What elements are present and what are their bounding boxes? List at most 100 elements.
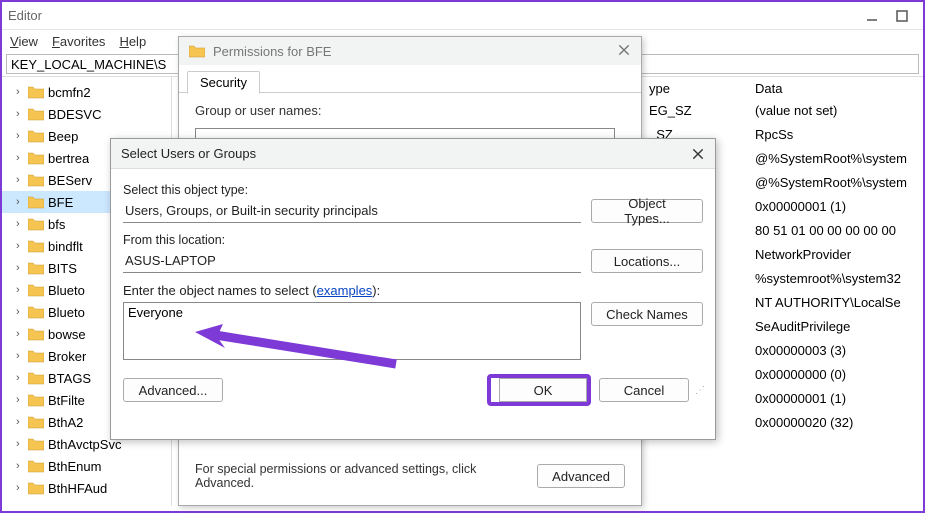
expand-icon[interactable]: ›: [16, 460, 28, 472]
expand-icon[interactable]: ›: [16, 86, 28, 98]
select-users-titlebar[interactable]: Select Users or Groups: [111, 139, 715, 169]
folder-icon: [28, 195, 44, 209]
tree-item-label: BthHFAud: [48, 481, 107, 496]
location-label: From this location:: [123, 233, 703, 247]
expand-icon[interactable]: ›: [16, 284, 28, 296]
expand-icon[interactable]: ›: [16, 240, 28, 252]
data-cell[interactable]: SeAuditPrivilege: [755, 319, 915, 343]
expand-icon[interactable]: ›: [16, 372, 28, 384]
tree-item-label: bcmfn2: [48, 85, 91, 100]
expand-icon[interactable]: ›: [16, 306, 28, 318]
location-field: ASUS-LAPTOP: [123, 249, 581, 273]
ok-button[interactable]: OK: [499, 378, 587, 402]
expand-icon[interactable]: ›: [16, 196, 28, 208]
folder-icon: [28, 173, 44, 187]
folder-icon: [28, 305, 44, 319]
folder-icon: [28, 437, 44, 451]
expand-icon[interactable]: ›: [16, 350, 28, 362]
ok-highlight: OK: [487, 374, 591, 406]
data-cell[interactable]: NT AUTHORITY\LocalSe: [755, 295, 915, 319]
menu-favorites[interactable]: Favorites: [52, 34, 105, 49]
advanced-button[interactable]: Advanced...: [123, 378, 223, 402]
menu-help[interactable]: Help: [119, 34, 146, 49]
folder-icon: [28, 239, 44, 253]
col-data-header[interactable]: Data: [755, 81, 915, 103]
folder-icon: [28, 85, 44, 99]
data-cell[interactable]: 80 51 01 00 00 00 00 00: [755, 223, 915, 247]
tree-item-label: BEServ: [48, 173, 92, 188]
permissions-titlebar[interactable]: Permissions for BFE: [179, 37, 641, 65]
expand-icon[interactable]: ›: [16, 438, 28, 450]
tree-item-label: BFE: [48, 195, 73, 210]
expand-icon[interactable]: ›: [16, 152, 28, 164]
expand-icon[interactable]: ›: [16, 108, 28, 120]
data-cell[interactable]: (value not set): [755, 103, 915, 127]
folder-icon: [28, 151, 44, 165]
data-cell[interactable]: 0x00000001 (1): [755, 199, 915, 223]
object-type-field: Users, Groups, or Built-in security prin…: [123, 199, 581, 223]
object-type-label: Select this object type:: [123, 183, 703, 197]
folder-icon: [28, 129, 44, 143]
folder-icon: [28, 393, 44, 407]
data-cell[interactable]: 0x00000000 (0): [755, 367, 915, 391]
tree-item-label: bowse: [48, 327, 86, 342]
advanced-button[interactable]: Advanced: [537, 464, 625, 488]
select-users-title: Select Users or Groups: [121, 146, 256, 161]
data-cell[interactable]: @%SystemRoot%\system: [755, 175, 915, 199]
resize-grip[interactable]: ⋰: [695, 385, 703, 396]
data-cell[interactable]: 0x00000001 (1): [755, 391, 915, 415]
expand-icon[interactable]: ›: [16, 394, 28, 406]
object-names-label: Enter the object names to select (exampl…: [123, 283, 703, 298]
tree-item-label: Broker: [48, 349, 86, 364]
tree-item-bthhfaud[interactable]: › BthHFAud: [2, 477, 171, 499]
object-names-input[interactable]: [123, 302, 581, 360]
folder-icon: [28, 459, 44, 473]
object-types-button[interactable]: Object Types...: [591, 199, 703, 223]
data-cell[interactable]: 0x00000003 (3): [755, 343, 915, 367]
maximize-button[interactable]: [887, 7, 917, 25]
check-names-button[interactable]: Check Names: [591, 302, 703, 326]
minimize-button[interactable]: [857, 7, 887, 25]
menu-view[interactable]: View: [10, 34, 38, 49]
data-cell[interactable]: %systemroot%\system32: [755, 271, 915, 295]
permissions-title: Permissions for BFE: [213, 44, 331, 59]
expand-icon[interactable]: ›: [16, 482, 28, 494]
tree-item-bcmfn2[interactable]: › bcmfn2: [2, 81, 171, 103]
expand-icon[interactable]: ›: [16, 416, 28, 428]
tree-item-label: Blueto: [48, 305, 85, 320]
select-users-dialog: Select Users or Groups Select this objec…: [110, 138, 716, 440]
expand-icon[interactable]: ›: [16, 218, 28, 230]
expand-icon[interactable]: ›: [16, 328, 28, 340]
expand-icon[interactable]: ›: [16, 130, 28, 142]
folder-icon: [28, 371, 44, 385]
type-cell[interactable]: EG_SZ: [649, 103, 739, 127]
tree-item-bdesvc[interactable]: › BDESVC: [2, 103, 171, 125]
advanced-hint: For special permissions or advanced sett…: [195, 462, 537, 490]
folder-icon: [28, 217, 44, 231]
tree-item-label: BthEnum: [48, 459, 101, 474]
folder-icon: [28, 349, 44, 363]
close-icon[interactable]: [617, 43, 631, 60]
folder-icon: [28, 327, 44, 341]
expand-icon[interactable]: ›: [16, 174, 28, 186]
tree-item-label: BTAGS: [48, 371, 91, 386]
tree-item-bthenum[interactable]: › BthEnum: [2, 455, 171, 477]
data-cell[interactable]: 0x00000020 (32): [755, 415, 915, 439]
tree-item-label: bindflt: [48, 239, 83, 254]
tree-item-label: BthA2: [48, 415, 83, 430]
tree-item-label: BDESVC: [48, 107, 101, 122]
examples-link[interactable]: examples: [317, 283, 373, 298]
tree-item-label: bfs: [48, 217, 65, 232]
expand-icon[interactable]: ›: [16, 262, 28, 274]
locations-button[interactable]: Locations...: [591, 249, 703, 273]
titlebar: Editor: [2, 2, 923, 30]
data-cell[interactable]: RpcSs: [755, 127, 915, 151]
col-type-header[interactable]: ype: [649, 81, 739, 103]
data-cell[interactable]: NetworkProvider: [755, 247, 915, 271]
folder-icon: [28, 283, 44, 297]
cancel-button[interactable]: Cancel: [599, 378, 689, 402]
data-cell[interactable]: @%SystemRoot%\system: [755, 151, 915, 175]
tab-security[interactable]: Security: [187, 71, 260, 94]
close-icon[interactable]: [691, 147, 705, 161]
folder-icon: [189, 44, 205, 58]
